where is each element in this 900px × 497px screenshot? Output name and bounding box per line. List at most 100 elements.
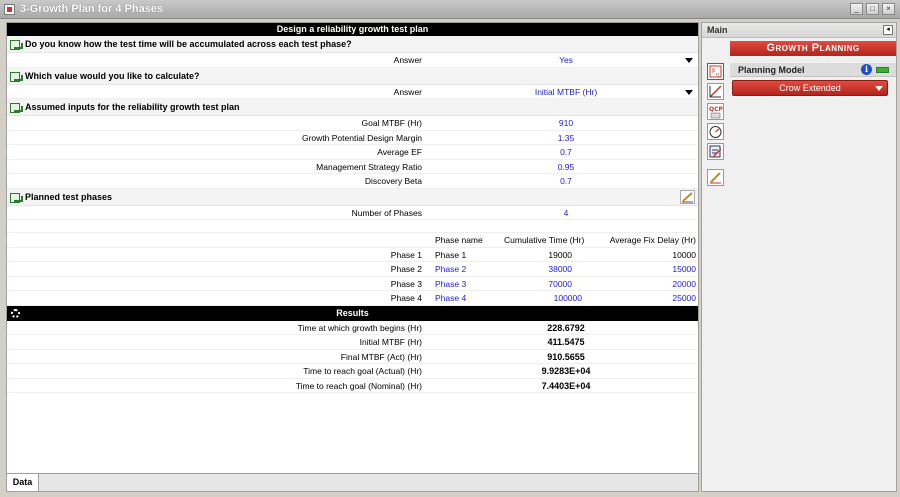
result-row: Time to reach goal (Actual) (Hr) 9.9283E… (7, 364, 698, 379)
gauge-tool[interactable] (707, 123, 724, 140)
maximize-button[interactable]: □ (866, 3, 879, 15)
result-value: 411.5475 (547, 337, 585, 347)
input-row: Discovery Beta 0.7 (7, 174, 698, 189)
tab-data[interactable]: Data (7, 474, 39, 491)
calculator-icon: β η (709, 65, 722, 78)
question-test-time: Do you know how the test time will be ac… (7, 36, 698, 53)
qcp-icon: QCP (709, 106, 724, 119)
qcp-tool[interactable]: QCP (707, 103, 724, 120)
answer-select-1[interactable]: Yes (432, 55, 698, 65)
phase-table-header: Phase name Cumulative Time (Hr) Average … (7, 233, 698, 248)
result-value: 7.4403E+04 (541, 380, 591, 391)
planning-model-label: Planning Model (738, 65, 805, 75)
plot-tool[interactable] (707, 83, 724, 100)
phase-count-label: Number of Phases (351, 207, 422, 218)
minimize-button[interactable]: _ (850, 3, 863, 15)
info-icon[interactable]: i (861, 64, 872, 75)
phases-section: Planned test phases (7, 188, 698, 206)
phase-time-cell[interactable]: 100000 (527, 293, 582, 303)
input-label: Goal MTBF (Hr) (361, 118, 422, 128)
answer-select-2[interactable]: Initial MTBF (Hr) (432, 87, 698, 97)
svg-text:η: η (716, 72, 719, 78)
input-row: Average EF 0.7 (7, 145, 698, 160)
phase-time-cell[interactable]: 38000 (527, 264, 572, 274)
sheet-header: Design a reliability growth test plan (7, 23, 698, 36)
phase-time-cell[interactable]: 19000 (527, 250, 572, 260)
col-phase-name: Phase name (435, 235, 483, 245)
planning-model-select[interactable]: Crow Extended (732, 80, 888, 96)
expand-plus-icon[interactable] (10, 71, 23, 82)
phase-delay-cell[interactable]: 15000 (672, 264, 696, 274)
chevron-down-icon[interactable] (875, 86, 883, 91)
report-icon (709, 145, 722, 158)
expand-plus-icon[interactable] (10, 103, 23, 113)
answer-row-2: Answer Initial MTBF (Hr) (7, 85, 698, 99)
input-value[interactable]: 910 (432, 118, 698, 128)
phase-count-value[interactable]: 4 (432, 208, 698, 218)
phase-count-row: Number of Phases 4 (7, 206, 698, 220)
input-label: Growth Potential Design Margin (301, 132, 422, 143)
phase-delay-cell[interactable]: 20000 (672, 279, 696, 289)
result-row: Final MTBF (Act) (Hr) 910.5655 (7, 350, 698, 364)
question-text: Do you know how the test time will be ac… (25, 39, 352, 49)
col-fix-delay: Average Fix Delay (Hr) (609, 235, 696, 245)
report-tool[interactable] (707, 143, 724, 160)
input-label: Average EF (377, 147, 422, 157)
growth-planning-banner: Growth Planning (730, 41, 896, 56)
answer-row-1: Answer Yes (7, 53, 698, 68)
phase-name-cell[interactable]: Phase 3 (435, 279, 466, 289)
phase-name-cell[interactable]: Phase 2 (435, 264, 466, 274)
input-value[interactable]: 0.7 (432, 176, 698, 186)
inputs-section: Assumed inputs for the reliability growt… (7, 99, 698, 116)
result-value: 910.5655 (547, 351, 585, 362)
result-row: Initial MTBF (Hr) 411.5475 (7, 335, 698, 350)
expand-plus-icon[interactable] (10, 192, 23, 203)
status-indicator-icon (876, 67, 889, 73)
pencil-icon (682, 191, 693, 202)
main-page-tool[interactable]: β η (707, 63, 724, 80)
plot-icon (709, 85, 722, 98)
title-bar: 3-Growth Plan for 4 Phases _ □ × (0, 0, 900, 19)
svg-text:QCP: QCP (709, 106, 723, 113)
close-button[interactable]: × (882, 3, 895, 15)
result-row: Time to reach goal (Nominal) (Hr) 7.4403… (7, 379, 698, 393)
folio-sheet: Design a reliability growth test plan Do… (6, 22, 699, 474)
panel-header-label: Main (707, 25, 728, 35)
phase-row-label: Phase 1 (390, 249, 422, 260)
edit-phases-button[interactable] (680, 189, 695, 204)
table-row: Phase 1 Phase 1 19000 10000 (7, 248, 698, 262)
table-row: Phase 3 Phase 3 70000 20000 (7, 277, 698, 291)
edit-tool[interactable] (707, 169, 724, 186)
chevron-down-icon[interactable] (685, 58, 693, 63)
results-header: Results (7, 305, 698, 321)
expand-plus-icon[interactable] (10, 40, 23, 50)
table-row: Phase 2 Phase 2 38000 15000 (7, 262, 698, 277)
phase-table: Phase name Cumulative Time (Hr) Average … (7, 233, 698, 306)
phase-delay-cell[interactable]: 10000 (672, 250, 696, 260)
input-value[interactable]: 0.95 (432, 162, 698, 172)
phase-time-cell[interactable]: 70000 (527, 279, 572, 289)
input-row: Growth Potential Design Margin 1.35 (7, 131, 698, 145)
result-value: 228.6792 (547, 322, 585, 333)
result-label: Final MTBF (Act) (Hr) (340, 351, 422, 362)
gear-icon[interactable] (11, 308, 20, 318)
input-value[interactable]: 0.7 (432, 147, 698, 157)
chevron-down-icon[interactable] (685, 89, 693, 95)
result-label: Time at which growth begins (Hr) (297, 322, 422, 333)
input-value[interactable]: 1.35 (432, 133, 698, 143)
phase-name-cell[interactable]: Phase 1 (435, 250, 466, 260)
phase-row-label: Phase 4 (390, 293, 422, 303)
input-row: Management Strategy Ratio 0.95 (7, 160, 698, 174)
input-label: Discovery Beta (364, 176, 422, 186)
pin-icon[interactable]: ◂ (883, 25, 893, 35)
col-cumulative-time: Cumulative Time (Hr) (504, 235, 585, 245)
phase-name-cell[interactable]: Phase 4 (435, 293, 466, 303)
input-label: Management Strategy Ratio (316, 161, 422, 172)
input-row: Goal MTBF (Hr) 910 (7, 116, 698, 131)
results-title: Results (336, 307, 369, 318)
table-row: Phase 4 Phase 4 100000 25000 (7, 291, 698, 306)
phase-delay-cell[interactable]: 25000 (672, 293, 696, 303)
gauge-icon (709, 126, 722, 138)
app-icon (4, 4, 15, 15)
answer-label: Answer (393, 86, 422, 97)
